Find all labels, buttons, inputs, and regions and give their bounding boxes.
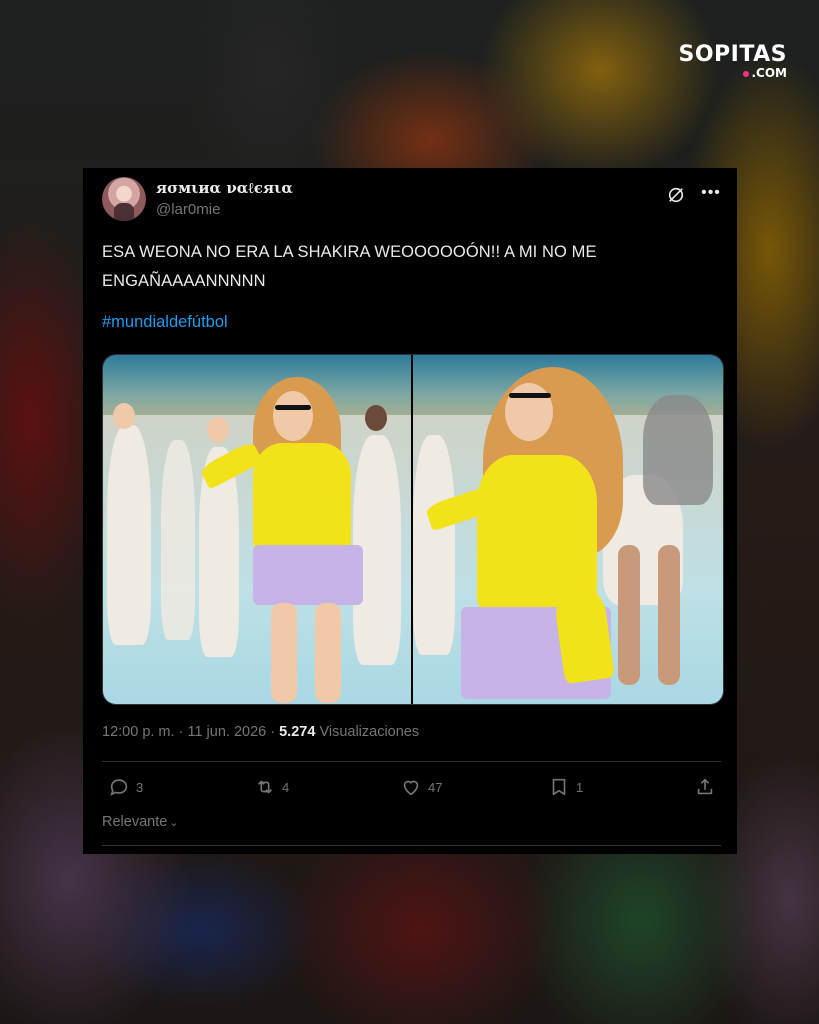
sopitas-logo: SOPITAS .COM — [678, 42, 787, 80]
tweet-date[interactable]: 11 jun. 2026 — [187, 724, 266, 740]
media-photo-2[interactable] — [413, 355, 723, 704]
tweet-text: ESA WEONA NO ERA LA SHAKIRA WEOOOOOÓN!! … — [102, 238, 712, 296]
dancer-leg — [658, 545, 680, 685]
dancer — [413, 435, 455, 655]
dancer-face — [365, 405, 387, 431]
like-button[interactable]: 47 — [400, 774, 442, 800]
bookmark-button[interactable]: 1 — [548, 774, 583, 800]
views-count: 5.274 — [279, 724, 316, 740]
logo-domain: .COM — [678, 67, 787, 79]
more-icon[interactable]: ••• — [701, 185, 721, 204]
logo-domain-text: .COM — [751, 66, 787, 80]
singer-sunglasses — [509, 393, 551, 398]
divider-line — [102, 845, 721, 846]
like-icon — [403, 780, 419, 796]
dancer — [107, 425, 151, 645]
bookmark-icon — [552, 778, 566, 796]
logo-text: SOPITAS — [678, 42, 787, 67]
logo-dot — [743, 70, 750, 77]
chevron-down-icon: ⌄ — [169, 817, 179, 829]
tweet-meta: 12:00 p. m. · 11 jun. 2026 · 5.274 Visua… — [102, 724, 419, 740]
sort-label: Relevante — [102, 814, 168, 830]
hashtag-link[interactable]: #mundialdefútbol — [102, 313, 228, 332]
reply-button[interactable]: 3 — [108, 774, 143, 800]
tweet-card: яσмιиα ναℓєяια @lar0mie ••• ESA WEONA NO… — [83, 168, 737, 854]
action-bar: 3 4 47 1 — [102, 774, 721, 802]
tweet-header: яσмιиα ναℓєяια @lar0mie ••• — [102, 177, 721, 223]
dancer-leg — [618, 545, 640, 685]
tweet-media[interactable] — [102, 354, 724, 705]
repost-count: 4 — [282, 779, 290, 795]
singer-face — [505, 383, 553, 441]
share-button[interactable] — [694, 774, 722, 800]
repost-icon — [257, 780, 273, 794]
tweet-text-line-2: ENGAÑAAAANNNNN — [102, 272, 266, 290]
dancer-face — [113, 403, 135, 429]
sort-dropdown[interactable]: Relevante ⌄ — [102, 814, 179, 830]
bookmark-count: 1 — [576, 779, 584, 795]
singer-top — [253, 443, 351, 553]
dancer — [161, 440, 195, 640]
blurred-figure — [643, 395, 713, 505]
meta-separator: · — [270, 724, 276, 740]
tweet-time[interactable]: 12:00 p. m. — [102, 724, 175, 740]
display-name[interactable]: яσмιиα ναℓєяια — [156, 179, 293, 198]
share-icon — [697, 778, 713, 795]
grok-icon[interactable] — [667, 186, 685, 204]
user-handle[interactable]: @lar0mie — [156, 201, 220, 218]
repost-button[interactable]: 4 — [254, 774, 289, 800]
reply-icon — [110, 779, 128, 796]
avatar[interactable] — [102, 177, 146, 221]
views-label: Visualizaciones — [319, 724, 420, 740]
reply-count: 3 — [136, 779, 144, 795]
singer-face — [273, 391, 313, 441]
singer-leg — [315, 603, 341, 703]
like-count: 47 — [428, 779, 443, 795]
singer-skirt — [253, 545, 363, 605]
divider-line — [102, 761, 721, 762]
tweet-text-line-1: ESA WEONA NO ERA LA SHAKIRA WEOOOOOÓN!! … — [102, 243, 597, 261]
singer-sunglasses — [275, 405, 311, 410]
dancer-face — [207, 417, 229, 443]
media-photo-1[interactable] — [103, 355, 411, 704]
singer-leg — [271, 603, 297, 703]
meta-separator: · — [178, 724, 184, 740]
